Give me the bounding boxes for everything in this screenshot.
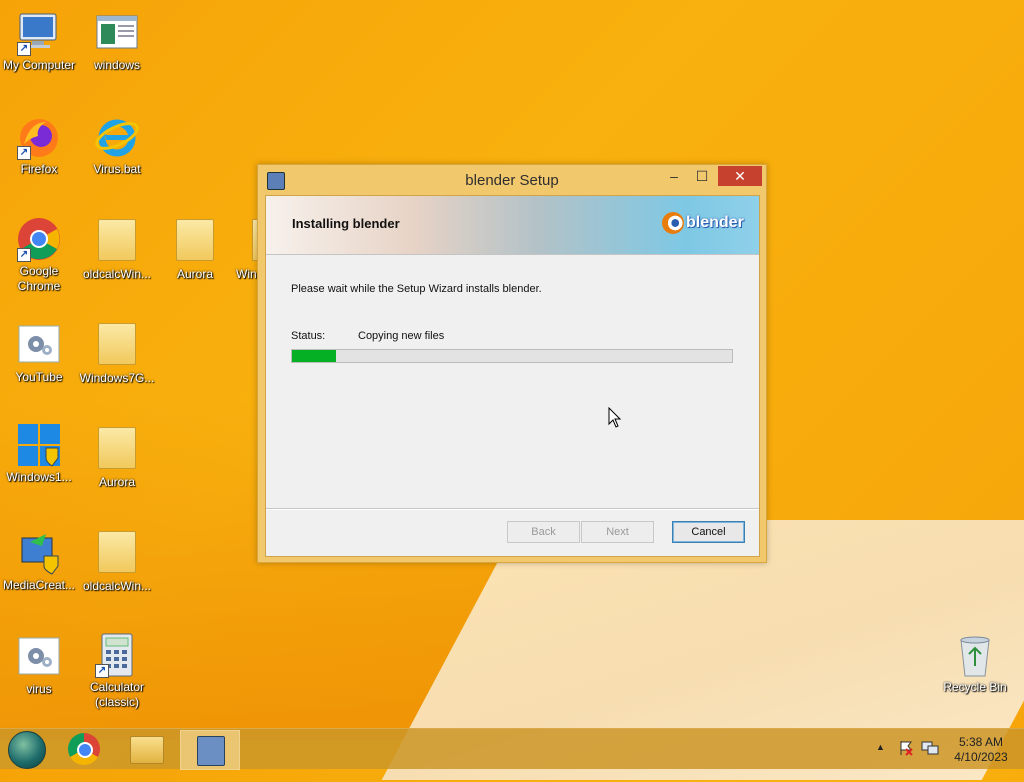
desktop-icon-label: Google Chrome (17, 264, 61, 293)
clock-date: 4/10/2023 (954, 750, 1008, 764)
next-button[interactable]: Next (581, 521, 654, 543)
windows-shield-icon (16, 422, 62, 468)
desktop-icon-oldcalc-1[interactable]: oldcalcWin... (77, 216, 157, 282)
desktop-icon-virus[interactable]: virus (0, 634, 79, 697)
settings-gear-icon (16, 634, 62, 680)
desktop-icon-label: oldcalcWin... (82, 267, 152, 281)
taskbar-chrome[interactable] (56, 730, 114, 768)
media-creation-icon (16, 530, 62, 576)
cancel-button[interactable]: Cancel (672, 521, 745, 543)
folder-icon (94, 427, 140, 473)
chrome-icon: ↗ (16, 216, 62, 262)
document-window-icon (94, 10, 140, 56)
network-icon[interactable] (921, 740, 939, 780)
blender-logo: blender (662, 211, 744, 235)
desktop-icon-google-chrome[interactable]: ↗ Google Chrome (0, 216, 79, 294)
taskbar-clock[interactable]: 5:38 AM 4/10/2023 (948, 735, 1014, 765)
zip-folder-icon (172, 219, 218, 265)
folder-icon (130, 736, 164, 764)
desktop-icon-label: oldcalcWin... (82, 579, 152, 593)
desktop-icon-calculator[interactable]: ↗ Calculator (classic) (77, 632, 157, 710)
desktop-icon-windows7g[interactable]: Windows7G... (77, 320, 157, 386)
blender-logo-icon (662, 212, 684, 234)
status-value: Copying new files (358, 330, 445, 342)
tray-expand-icon[interactable]: ▲ (876, 742, 885, 782)
desktop-icon-firefox[interactable]: ↗ Firefox (0, 114, 79, 177)
maximize-button[interactable]: ☐ (690, 166, 714, 186)
desktop-icon-label: windows (93, 58, 141, 72)
recycle-bin-icon (952, 632, 998, 678)
desktop-icon-youtube[interactable]: YouTube (0, 322, 79, 385)
desktop-icon-windows1[interactable]: Windows1... (0, 422, 79, 485)
desktop-icon-label: Windows7G... (79, 371, 155, 385)
blender-setup-dialog: blender Setup – ☐ ✕ Installing blender b… (257, 164, 767, 563)
mouse-cursor-icon (608, 406, 622, 434)
desktop-icon-label: Calculator (classic) (89, 680, 145, 709)
action-center-flag-icon[interactable] (898, 740, 914, 780)
desktop-icon-label: Firefox (20, 162, 58, 176)
desktop-icon-windows[interactable]: windows (77, 10, 157, 73)
blender-logo-text: blender (686, 214, 744, 231)
dialog-banner: Installing blender blender (266, 196, 759, 255)
desktop-icon-aurora-2[interactable]: Aurora (77, 424, 157, 490)
desktop-icon-aurora-1[interactable]: Aurora (155, 216, 235, 282)
start-button[interactable] (8, 731, 46, 769)
shortcut-arrow-icon: ↗ (17, 146, 31, 160)
banner-title: Installing blender (292, 216, 400, 231)
taskbar: ▲ 5:38 AM 4/10/2023 (0, 728, 1024, 770)
chrome-icon (68, 733, 100, 765)
desktop-icon-my-computer[interactable]: ↗ My Computer (0, 10, 79, 73)
status-label: Status: (291, 330, 326, 342)
dialog-titlebar[interactable]: blender Setup – ☐ ✕ (258, 165, 766, 195)
internet-explorer-icon (94, 114, 140, 160)
minimize-button[interactable]: – (662, 166, 686, 186)
taskbar-file-explorer[interactable] (118, 730, 176, 768)
computer-icon: ↗ (16, 10, 62, 56)
desktop-icon-mediacreation[interactable]: MediaCreat... (0, 530, 79, 593)
installer-app-icon (197, 736, 225, 766)
install-progress-bar (291, 349, 733, 363)
desktop-icon-label: Aurora (176, 267, 214, 281)
shortcut-arrow-icon: ↗ (17, 248, 31, 262)
progress-fill (292, 350, 336, 362)
firefox-icon: ↗ (16, 114, 62, 160)
calculator-icon: ↗ (94, 632, 140, 678)
desktop-icon-virus-bat[interactable]: Virus.bat (77, 114, 157, 177)
desktop-icon-label: Virus.bat (93, 162, 141, 176)
desktop-icon-label: Windows1... (6, 470, 72, 484)
zip-folder-icon (94, 219, 140, 265)
desktop-icon-label: virus (26, 682, 52, 696)
folder-icon (94, 531, 140, 577)
close-button[interactable]: ✕ (718, 166, 762, 186)
clock-time: 5:38 AM (958, 735, 1004, 749)
dialog-content: Installing blender blender Please wait w… (265, 195, 760, 557)
desktop-icon-label: Aurora (98, 475, 136, 489)
button-separator (266, 508, 759, 509)
settings-gear-icon (16, 322, 62, 368)
desktop-icon-label: Recycle Bin (943, 680, 1007, 694)
desktop-icon-label: YouTube (15, 370, 63, 384)
desktop-icon-label: MediaCreat... (2, 578, 76, 592)
install-wait-message: Please wait while the Setup Wizard insta… (291, 283, 542, 295)
shortcut-arrow-icon: ↗ (17, 42, 31, 56)
desktop-icon-label: My Computer (2, 58, 76, 72)
folder-icon (94, 323, 140, 369)
desktop-icon-oldcalc-2[interactable]: oldcalcWin... (77, 528, 157, 594)
desktop-icon-recycle-bin[interactable]: Recycle Bin (935, 632, 1015, 695)
shortcut-arrow-icon: ↗ (95, 664, 109, 678)
taskbar-blender-setup[interactable] (180, 730, 240, 770)
back-button[interactable]: Back (507, 521, 580, 543)
